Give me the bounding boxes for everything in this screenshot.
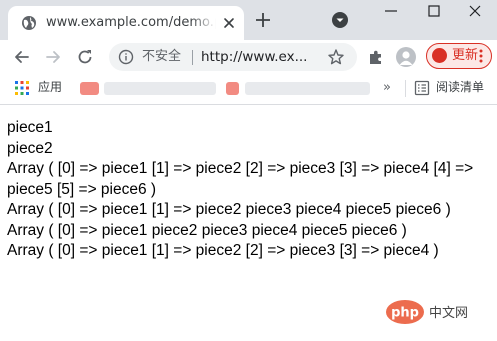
active-tab[interactable]: www.example.com/demo.php (8, 6, 244, 40)
bookmark-title-blurred[interactable] (245, 82, 370, 95)
output-line: piece1 (7, 119, 53, 136)
output-line: piece2 (7, 139, 53, 157)
info-icon[interactable] (118, 49, 134, 65)
maximize-icon[interactable] (425, 2, 443, 20)
minimize-icon[interactable] (382, 2, 400, 20)
plus-icon[interactable] (254, 11, 272, 29)
bookmark-favicon-blurred[interactable] (226, 82, 239, 95)
bookmarks-bar: 应用 » 阅读清单 (0, 74, 497, 104)
output-line: Array ( [0] => piece1 [1] => piece2 [2] … (7, 160, 478, 198)
star-icon[interactable] (327, 48, 345, 66)
php-logo-text: php (391, 306, 419, 321)
page-content: piece1 piece2 Array ( [0] => piece1 [1] … (7, 118, 493, 262)
security-status[interactable]: 不安全 (142, 48, 181, 66)
output-line: Array ( [0] => piece1 [1] => piece2 [2] … (7, 242, 439, 259)
person-icon (399, 51, 413, 65)
globe-icon (22, 16, 36, 30)
apps-label[interactable]: 应用 (38, 79, 62, 96)
close-tab-icon[interactable] (221, 15, 237, 31)
address-bar[interactable]: 不安全 http://www.ex... (109, 43, 357, 71)
reading-list-label[interactable]: 阅读清单 (436, 79, 484, 96)
bookmarks-overflow-button[interactable]: » (383, 79, 391, 96)
update-button[interactable]: 更新 (426, 43, 492, 69)
output-line: Array ( [0] => piece1 [1] => piece2 piec… (7, 201, 451, 218)
toolbar-bottom-border (0, 104, 497, 105)
output-line: Array ( [0] => piece1 piece2 piece3 piec… (7, 221, 407, 239)
reading-list-icon[interactable] (414, 80, 430, 96)
close-window-icon[interactable] (466, 2, 484, 20)
bookmarks-divider (405, 80, 406, 97)
puzzle-icon[interactable] (367, 48, 385, 66)
update-avatar-icon (432, 48, 447, 63)
grid-icon[interactable] (14, 80, 30, 96)
tab-strip: www.example.com/demo.php (0, 0, 497, 40)
update-label: 更新 (452, 48, 479, 63)
reload-icon[interactable] (76, 48, 94, 66)
toolbar: 不安全 http://www.ex... (0, 40, 497, 74)
arrow-right-icon[interactable] (44, 48, 62, 66)
profile-avatar[interactable] (396, 47, 416, 67)
bookmark-title-blurred[interactable] (104, 82, 216, 95)
menu-dots-icon (479, 49, 483, 63)
address-divider (192, 50, 193, 65)
arrow-left-icon[interactable] (13, 48, 31, 66)
tab-title: www.example.com/demo.php (46, 15, 216, 30)
bookmark-favicon-blurred[interactable] (80, 82, 99, 95)
php-cn-logo: php 中文网 (386, 300, 468, 324)
php-site-name: 中文网 (429, 306, 468, 321)
chevron-down-circle-icon[interactable] (331, 11, 349, 29)
url-text[interactable]: http://www.ex... (201, 48, 307, 66)
